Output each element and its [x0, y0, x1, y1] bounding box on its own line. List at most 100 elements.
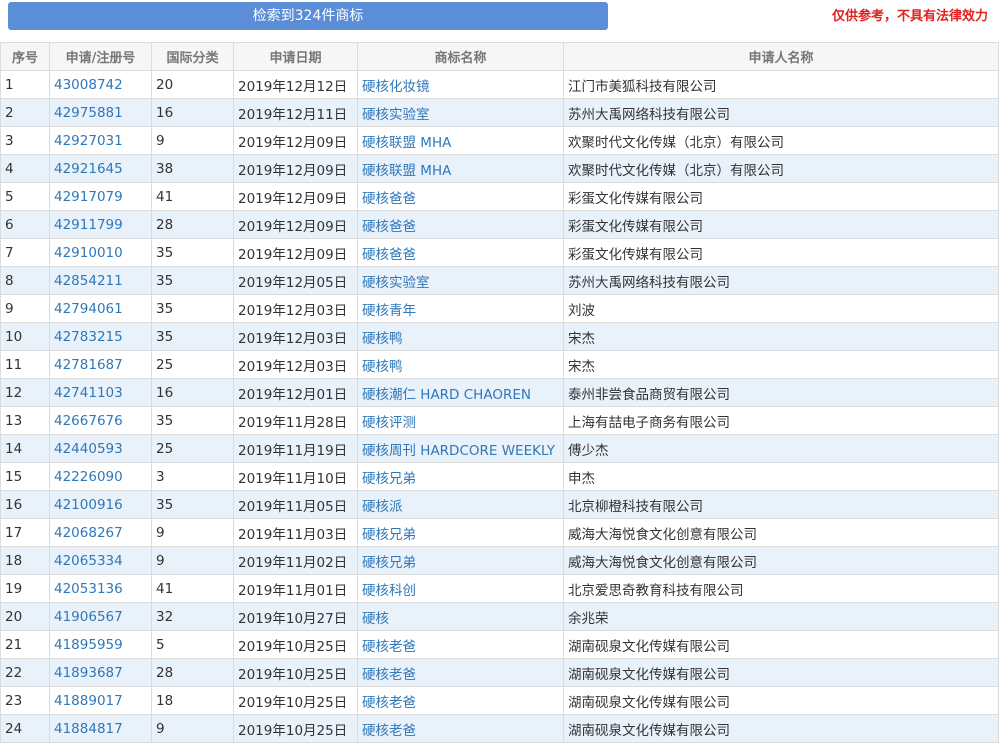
cell-date: 2019年11月01日 [233, 574, 358, 603]
cell-reg-no[interactable]: 43008742 [49, 70, 152, 99]
col-header-date[interactable]: 申请日期 [233, 42, 358, 71]
cell-reg-no[interactable]: 42781687 [49, 350, 152, 379]
cell-class: 32 [151, 602, 234, 631]
table-row: 17 42068267 9 2019年11月03日 硬核兄弟 威海大海悦食文化创意有限公司 [0, 518, 999, 547]
cell-index: 5 [0, 182, 50, 211]
cell-date: 2019年11月03日 [233, 518, 358, 547]
cell-trademark[interactable]: 硬核科创 [357, 574, 564, 603]
table-row: 4 42921645 38 2019年12月09日 硬核联盟 MHA 欢聚时代文化传媒（北… [0, 154, 999, 183]
cell-reg-no[interactable]: 42741103 [49, 378, 152, 407]
cell-applicant: 彩蛋文化传媒有限公司 [563, 210, 999, 239]
table-row: 14 42440593 25 2019年11月19日 硬核周刊 HARDCORE WEE… [0, 434, 999, 463]
cell-trademark[interactable]: 硬核 [357, 602, 564, 631]
table-row: 8 42854211 35 2019年12月05日 硬核实验室 苏州大禹网络科技有限公司 [0, 266, 999, 295]
cell-trademark[interactable]: 硬核兄弟 [357, 462, 564, 491]
cell-reg-no[interactable]: 42783215 [49, 322, 152, 351]
cell-trademark[interactable]: 硬核兄弟 [357, 546, 564, 575]
table-row: 24 41884817 9 2019年10月25日 硬核老爸 湖南砚泉文化传媒有限公司 [0, 714, 999, 743]
cell-class: 35 [151, 266, 234, 295]
cell-index: 4 [0, 154, 50, 183]
cell-trademark[interactable]: 硬核爸爸 [357, 182, 564, 211]
cell-date: 2019年10月25日 [233, 686, 358, 715]
table-row: 12 42741103 16 2019年12月01日 硬核潮仁 HARD CHAOREN… [0, 378, 999, 407]
cell-applicant: 彩蛋文化传媒有限公司 [563, 238, 999, 267]
table-row: 18 42065334 9 2019年11月02日 硬核兄弟 威海大海悦食文化创意有限公司 [0, 546, 999, 575]
cell-reg-no[interactable]: 41884817 [49, 714, 152, 743]
cell-date: 2019年10月27日 [233, 602, 358, 631]
cell-applicant: 欢聚时代文化传媒（北京）有限公司 [563, 126, 999, 155]
cell-applicant: 欢聚时代文化传媒（北京）有限公司 [563, 154, 999, 183]
cell-trademark[interactable]: 硬核联盟 MHA [357, 154, 564, 183]
cell-index: 6 [0, 210, 50, 239]
cell-date: 2019年10月25日 [233, 714, 358, 743]
cell-reg-no[interactable]: 41906567 [49, 602, 152, 631]
cell-date: 2019年12月09日 [233, 126, 358, 155]
cell-class: 9 [151, 714, 234, 743]
cell-trademark[interactable]: 硬核老爸 [357, 714, 564, 743]
cell-reg-no[interactable]: 41895959 [49, 630, 152, 659]
cell-trademark[interactable]: 硬核兄弟 [357, 518, 564, 547]
cell-trademark[interactable]: 硬核联盟 MHA [357, 126, 564, 155]
cell-class: 18 [151, 686, 234, 715]
col-header-reg-no[interactable]: 申请/注册号 [49, 42, 152, 71]
cell-trademark[interactable]: 硬核爸爸 [357, 238, 564, 267]
col-header-index[interactable]: 序号 [0, 42, 50, 71]
cell-trademark[interactable]: 硬核鸭 [357, 350, 564, 379]
cell-reg-no[interactable]: 41893687 [49, 658, 152, 687]
cell-trademark[interactable]: 硬核化妆镜 [357, 70, 564, 99]
cell-reg-no[interactable]: 42068267 [49, 518, 152, 547]
cell-reg-no[interactable]: 42910010 [49, 238, 152, 267]
cell-trademark[interactable]: 硬核评测 [357, 406, 564, 435]
cell-reg-no[interactable]: 42921645 [49, 154, 152, 183]
col-header-applicant[interactable]: 申请人名称 [563, 42, 999, 71]
cell-index: 17 [0, 518, 50, 547]
cell-reg-no[interactable]: 42667676 [49, 406, 152, 435]
cell-class: 9 [151, 546, 234, 575]
cell-applicant: 刘波 [563, 294, 999, 323]
cell-reg-no[interactable]: 42911799 [49, 210, 152, 239]
cell-trademark[interactable]: 硬核爸爸 [357, 210, 564, 239]
table-row: 13 42667676 35 2019年11月28日 硬核评测 上海有喆电子商务有限公司 [0, 406, 999, 435]
cell-reg-no[interactable]: 42440593 [49, 434, 152, 463]
table-row: 21 41895959 5 2019年10月25日 硬核老爸 湖南砚泉文化传媒有限公司 [0, 630, 999, 659]
cell-date: 2019年12月12日 [233, 70, 358, 99]
cell-trademark[interactable]: 硬核老爸 [357, 630, 564, 659]
cell-date: 2019年11月02日 [233, 546, 358, 575]
cell-index: 14 [0, 434, 50, 463]
cell-reg-no[interactable]: 42100916 [49, 490, 152, 519]
cell-trademark[interactable]: 硬核周刊 HARDCORE WEEKLY [357, 434, 564, 463]
cell-trademark[interactable]: 硬核青年 [357, 294, 564, 323]
cell-trademark[interactable]: 硬核派 [357, 490, 564, 519]
cell-date: 2019年12月09日 [233, 182, 358, 211]
cell-trademark[interactable]: 硬核鸭 [357, 322, 564, 351]
cell-trademark[interactable]: 硬核潮仁 HARD CHAOREN [357, 378, 564, 407]
cell-trademark[interactable]: 硬核老爸 [357, 686, 564, 715]
table-row: 16 42100916 35 2019年11月05日 硬核派 北京柳橙科技有限公司 [0, 490, 999, 519]
cell-trademark[interactable]: 硬核实验室 [357, 266, 564, 295]
cell-applicant: 江门市美狐科技有限公司 [563, 70, 999, 99]
cell-applicant: 威海大海悦食文化创意有限公司 [563, 518, 999, 547]
cell-class: 41 [151, 182, 234, 211]
cell-class: 9 [151, 518, 234, 547]
col-header-trademark[interactable]: 商标名称 [357, 42, 564, 71]
cell-applicant: 湖南砚泉文化传媒有限公司 [563, 686, 999, 715]
result-count-button[interactable]: 检索到324件商标 [8, 2, 608, 30]
col-header-class[interactable]: 国际分类 [151, 42, 234, 71]
cell-reg-no[interactable]: 42854211 [49, 266, 152, 295]
cell-reg-no[interactable]: 42053136 [49, 574, 152, 603]
cell-trademark[interactable]: 硬核老爸 [357, 658, 564, 687]
cell-date: 2019年11月28日 [233, 406, 358, 435]
cell-reg-no[interactable]: 42226090 [49, 462, 152, 491]
cell-applicant: 北京柳橙科技有限公司 [563, 490, 999, 519]
cell-reg-no[interactable]: 42927031 [49, 126, 152, 155]
cell-trademark[interactable]: 硬核实验室 [357, 98, 564, 127]
cell-index: 16 [0, 490, 50, 519]
cell-reg-no[interactable]: 42975881 [49, 98, 152, 127]
cell-reg-no[interactable]: 42794061 [49, 294, 152, 323]
cell-reg-no[interactable]: 42065334 [49, 546, 152, 575]
cell-reg-no[interactable]: 41889017 [49, 686, 152, 715]
cell-index: 3 [0, 126, 50, 155]
table-row: 15 42226090 3 2019年11月10日 硬核兄弟 申杰 [0, 462, 999, 491]
cell-class: 20 [151, 70, 234, 99]
cell-reg-no[interactable]: 42917079 [49, 182, 152, 211]
